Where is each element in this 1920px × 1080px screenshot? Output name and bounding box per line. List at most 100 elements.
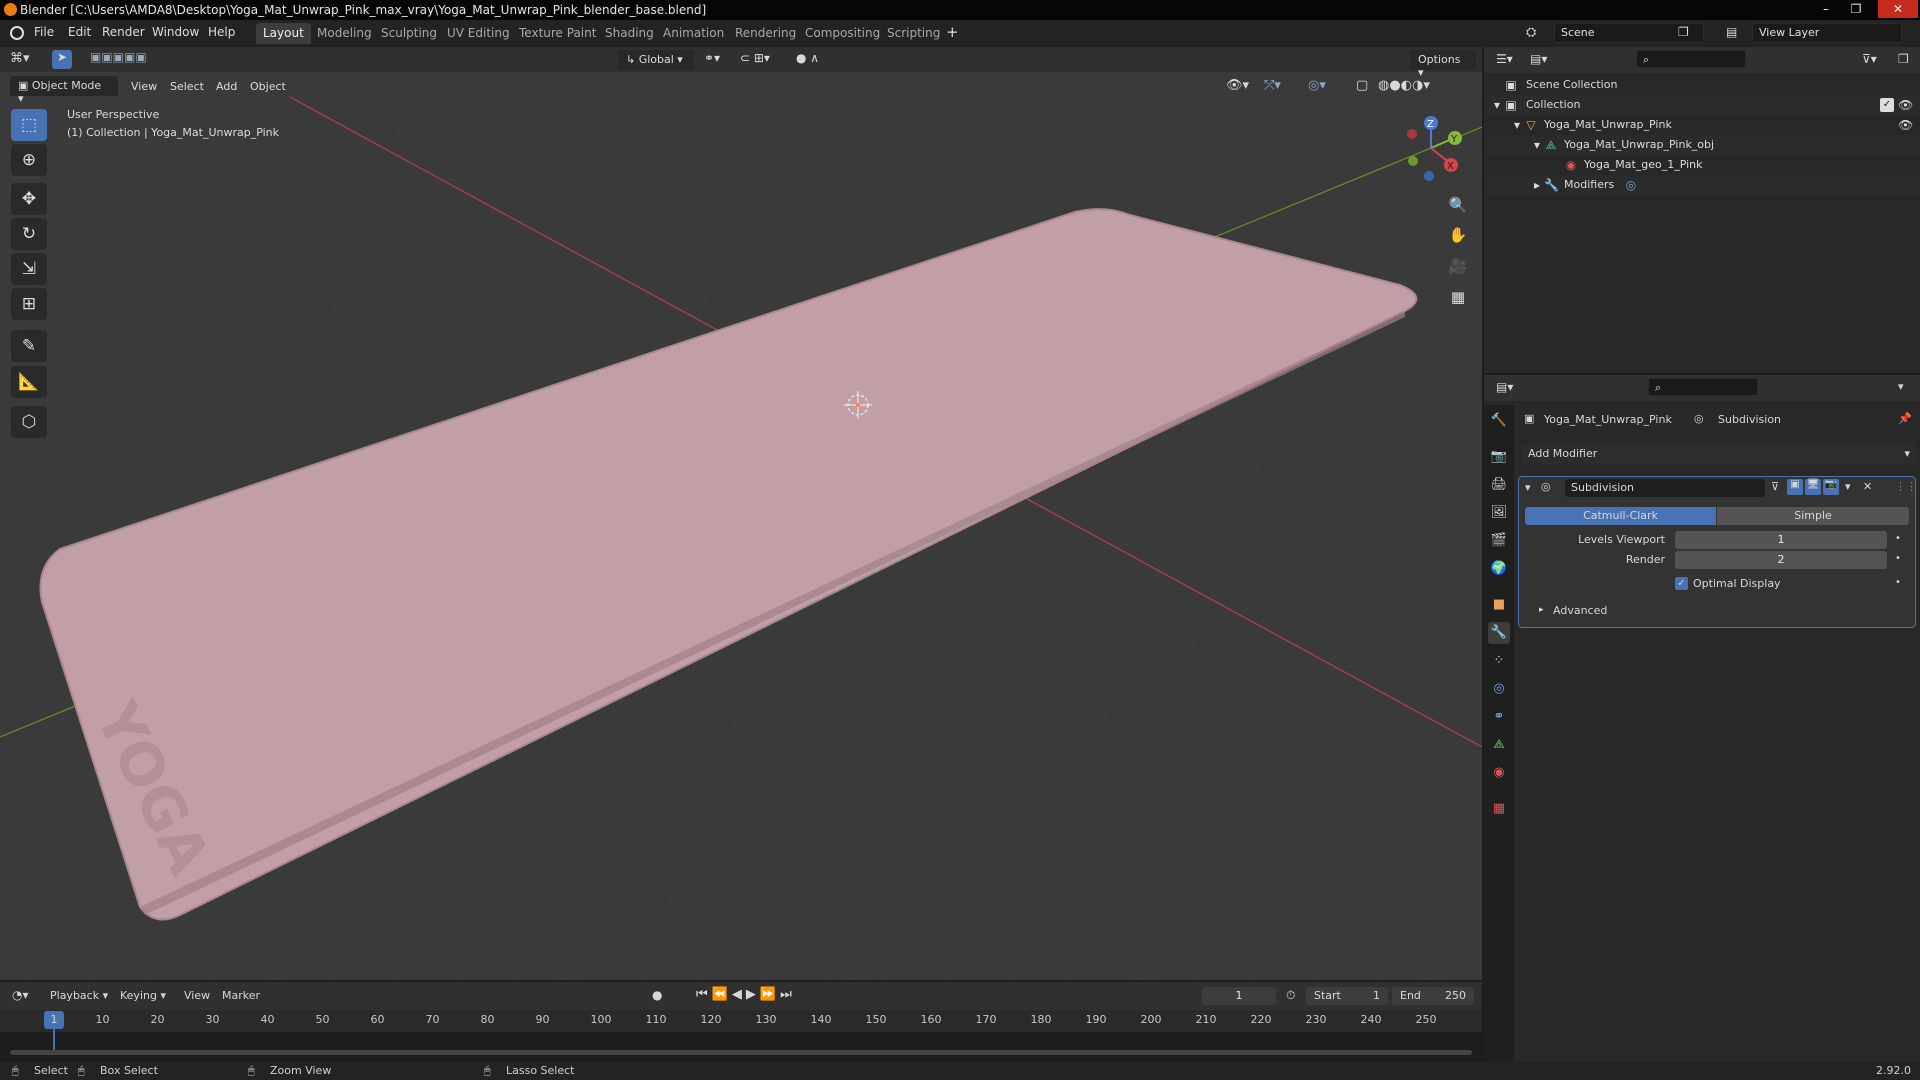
menu-window[interactable]: Window [152, 25, 199, 39]
filter-icon[interactable]: ⊽▾ [1862, 52, 1877, 66]
tab-tool-icon[interactable]: 🔨 [1488, 410, 1510, 432]
select-mode-icon[interactable]: ➤ [52, 50, 72, 69]
tool-add-cube[interactable]: ⬡ [11, 406, 47, 438]
menu-file[interactable]: File [34, 25, 54, 39]
view-layer-icon[interactable]: ▤ [1726, 25, 1737, 39]
outliner-row-modifiers[interactable]: ▸ 🔧 Modifiers ◎ [1484, 175, 1920, 195]
timeline-editor-icon[interactable]: ◔▾ [12, 988, 29, 1002]
end-frame-field[interactable]: End 250 [1392, 987, 1474, 1005]
marker-menu[interactable]: Marker [222, 989, 260, 1002]
levels-viewport-field[interactable]: 1 [1675, 531, 1887, 549]
view-layer-selector[interactable]: View Layer [1752, 23, 1902, 43]
visibility-icon[interactable]: 👁▾ [1226, 78, 1249, 93]
object-mode-dropdown[interactable]: ▣ Object Mode ▾ [10, 76, 118, 105]
timeline-scrollbar[interactable] [10, 1050, 1472, 1055]
render-toggle-icon[interactable]: 📷 [1823, 479, 1839, 495]
expand-icon[interactable]: ▸ [1530, 178, 1544, 192]
start-frame-field[interactable]: Start 1 [1306, 987, 1388, 1005]
drag-handle-icon[interactable]: ⋮⋮ [1895, 480, 1917, 493]
tab-sculpting[interactable]: Sculpting [374, 23, 444, 44]
add-workspace-icon[interactable]: + [946, 23, 959, 41]
pivot-icon[interactable]: ⚭▾ [704, 51, 720, 65]
tool-rotate[interactable]: ↻ [11, 218, 47, 250]
catmull-clark-button[interactable]: Catmull-Clark [1525, 507, 1716, 525]
maximize-button[interactable]: ❐ [1842, 0, 1870, 18]
outliner-editor-icon[interactable]: ☰▾ [1496, 52, 1513, 66]
new-collection-icon[interactable]: ❐ [1898, 52, 1909, 66]
outliner-row-collection[interactable]: ▾ ▣ Collection ✓ 👁 [1484, 95, 1920, 115]
tab-object-icon[interactable]: ■ [1488, 594, 1510, 616]
editmode-toggle-icon[interactable]: ⊽ [1771, 480, 1779, 493]
modifier-name-input[interactable]: Subdivision [1565, 479, 1765, 497]
proportional-edit-icon[interactable]: ● ∧ [796, 51, 819, 65]
keyframe-dot-icon[interactable]: • [1895, 577, 1901, 588]
tab-physics-icon[interactable]: ◎ [1488, 678, 1510, 700]
menu-render[interactable]: Render [102, 25, 145, 39]
outliner-row-object[interactable]: ▾ ▽ Yoga_Mat_Unwrap_Pink 👁 [1484, 115, 1920, 135]
pin-icon[interactable]: 📌 [1898, 412, 1912, 425]
tab-modifiers-icon[interactable]: 🔧 [1488, 622, 1510, 644]
tab-layout[interactable]: Layout [256, 23, 311, 44]
remove-modifier-icon[interactable]: ✕ [1863, 480, 1872, 493]
new-scene-icon[interactable]: ❐ [1678, 25, 1689, 39]
tab-compositing[interactable]: Compositing [798, 23, 887, 44]
tab-uv-editing[interactable]: UV Editing [440, 23, 517, 44]
outliner-search-input[interactable]: ⌕ [1636, 50, 1746, 68]
tab-shading[interactable]: Shading [598, 23, 661, 44]
render-levels-field[interactable]: 2 [1675, 551, 1887, 569]
eye-icon[interactable]: 👁 [1898, 118, 1913, 132]
outliner-row-material[interactable]: ◉ Yoga_Mat_geo_1_Pink [1484, 155, 1920, 175]
timeline-view-menu[interactable]: View [184, 989, 210, 1002]
tool-scale[interactable]: ⇲ [11, 253, 47, 285]
selection-modes-icon[interactable]: ▣▣▣▣▣ [90, 50, 147, 64]
menu-view[interactable]: View [131, 80, 157, 93]
properties-options-icon[interactable]: ▾ [1898, 380, 1904, 393]
menu-help[interactable]: Help [208, 25, 235, 39]
tool-move[interactable]: ✥ [11, 183, 47, 215]
snap-icon[interactable]: ⊂ ⊞▾ [740, 51, 770, 65]
clock-icon[interactable]: ⏱ [1286, 988, 1295, 1003]
editor-type-icon[interactable]: ⌘▾ [10, 51, 30, 66]
properties-search-input[interactable]: ⌕ [1648, 378, 1758, 396]
scene-icon[interactable]: ⛭ [1526, 25, 1536, 40]
outliner-row-mesh[interactable]: ▾ ⟁ Yoga_Mat_Unwrap_Pink_obj [1484, 135, 1920, 155]
overlay-toggle-icon[interactable]: ◎▾ [1308, 78, 1326, 93]
tool-cursor[interactable]: ⊕ [11, 144, 47, 176]
cage-toggle-icon[interactable]: ▣ [1787, 479, 1803, 495]
menu-add[interactable]: Add [216, 80, 237, 93]
display-mode-icon[interactable]: ▤▾ [1530, 52, 1547, 66]
tab-modeling[interactable]: Modeling [310, 23, 379, 44]
tab-texture-icon[interactable]: ▦ [1488, 798, 1510, 820]
properties-editor-icon[interactable]: ▤▾ [1496, 380, 1513, 394]
tab-particles-icon[interactable]: ⁘ [1488, 650, 1510, 672]
viewport-toggle-icon[interactable]: 🖥 [1805, 479, 1821, 495]
menu-object[interactable]: Object [250, 80, 286, 93]
record-icon[interactable]: ● [652, 988, 662, 1002]
tab-material-icon[interactable]: ◉ [1488, 762, 1510, 784]
camera-view-icon[interactable]: 🎥 [1445, 253, 1471, 279]
tool-select-box[interactable]: ⬚ [11, 109, 47, 141]
expand-icon[interactable]: ▾ [1490, 98, 1504, 112]
tab-rendering[interactable]: Rendering [728, 23, 803, 44]
minimize-button[interactable]: – [1812, 0, 1840, 18]
close-window-button[interactable]: ✕ [1878, 0, 1918, 18]
gizmo-toggle-icon[interactable]: ⤱▾ [1264, 78, 1281, 93]
tab-texture-paint[interactable]: Texture Paint [512, 23, 603, 44]
add-modifier-dropdown[interactable]: Add Modifier ▾ [1522, 444, 1916, 464]
current-frame-field[interactable]: 1 [1202, 987, 1276, 1005]
simple-button[interactable]: Simple [1717, 507, 1909, 525]
outliner-row-scene-collection[interactable]: ▣ Scene Collection [1484, 75, 1920, 95]
advanced-label[interactable]: Advanced [1553, 604, 1607, 617]
tab-constraints-icon[interactable]: ⚭ [1488, 706, 1510, 728]
tool-measure[interactable]: 📐 [11, 366, 47, 398]
tab-scripting[interactable]: Scripting [880, 23, 947, 44]
menu-select[interactable]: Select [170, 80, 204, 93]
playhead[interactable]: 1 [44, 1011, 64, 1029]
pan-hand-icon[interactable]: ✋ [1445, 222, 1471, 248]
keyframe-dot-icon[interactable]: • [1895, 533, 1901, 544]
keyframe-dot-icon[interactable]: • [1895, 553, 1901, 564]
ortho-toggle-icon[interactable]: ▦ [1445, 284, 1471, 310]
expand-icon[interactable]: ▾ [1510, 118, 1524, 132]
tab-output-icon[interactable]: 🖨 [1488, 474, 1510, 496]
xray-icon[interactable]: ▢ [1356, 78, 1368, 93]
